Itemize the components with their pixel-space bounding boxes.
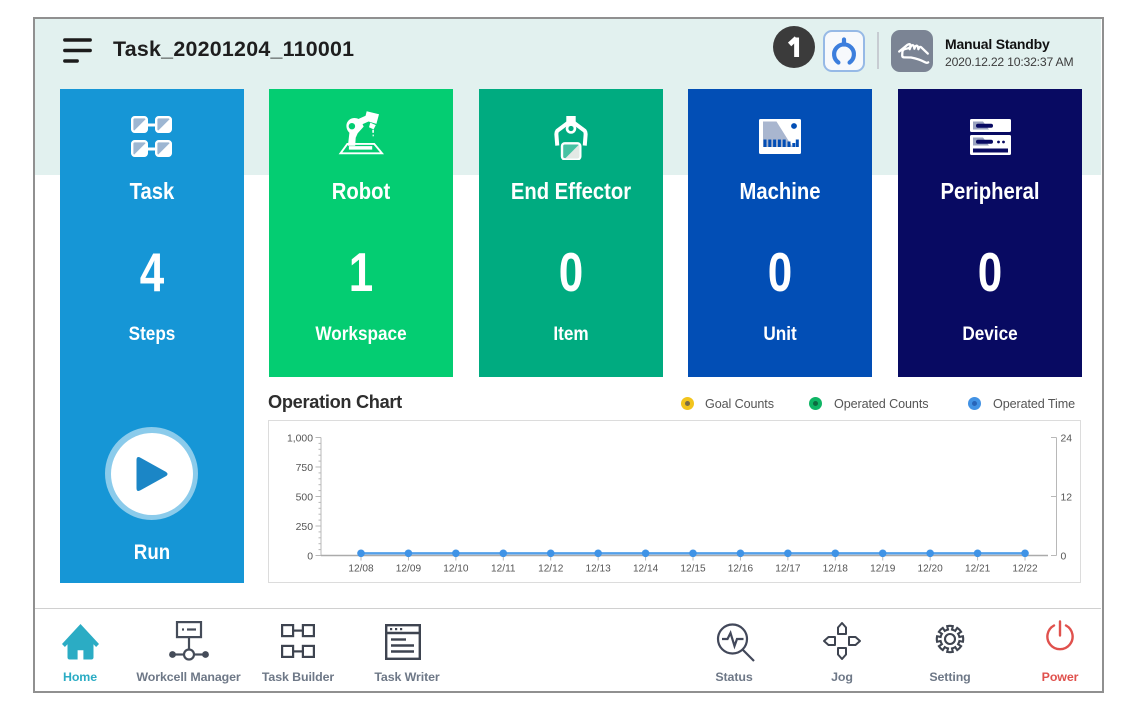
svg-text:12/21: 12/21: [965, 564, 991, 575]
svg-text:12/19: 12/19: [870, 564, 896, 575]
svg-text:12/12: 12/12: [538, 564, 564, 575]
svg-text:500: 500: [296, 493, 314, 504]
svg-text:250: 250: [296, 522, 314, 533]
svg-text:0: 0: [1061, 552, 1067, 563]
svg-text:12/18: 12/18: [823, 564, 849, 575]
svg-text:12/08: 12/08: [348, 564, 374, 575]
svg-text:12: 12: [1061, 493, 1073, 504]
svg-text:12/10: 12/10: [443, 564, 469, 575]
svg-text:12/15: 12/15: [680, 564, 706, 575]
svg-text:12/11: 12/11: [491, 564, 516, 575]
svg-text:12/17: 12/17: [775, 564, 801, 575]
svg-text:12/14: 12/14: [633, 564, 659, 575]
svg-text:0: 0: [307, 552, 313, 563]
svg-text:1,000: 1,000: [287, 434, 313, 445]
svg-text:12/20: 12/20: [918, 564, 944, 575]
svg-text:750: 750: [296, 463, 314, 474]
svg-text:12/13: 12/13: [586, 564, 612, 575]
svg-text:12/16: 12/16: [728, 564, 754, 575]
svg-text:12/09: 12/09: [396, 564, 422, 575]
svg-text:24: 24: [1061, 434, 1073, 445]
svg-text:12/22: 12/22: [1012, 564, 1038, 575]
